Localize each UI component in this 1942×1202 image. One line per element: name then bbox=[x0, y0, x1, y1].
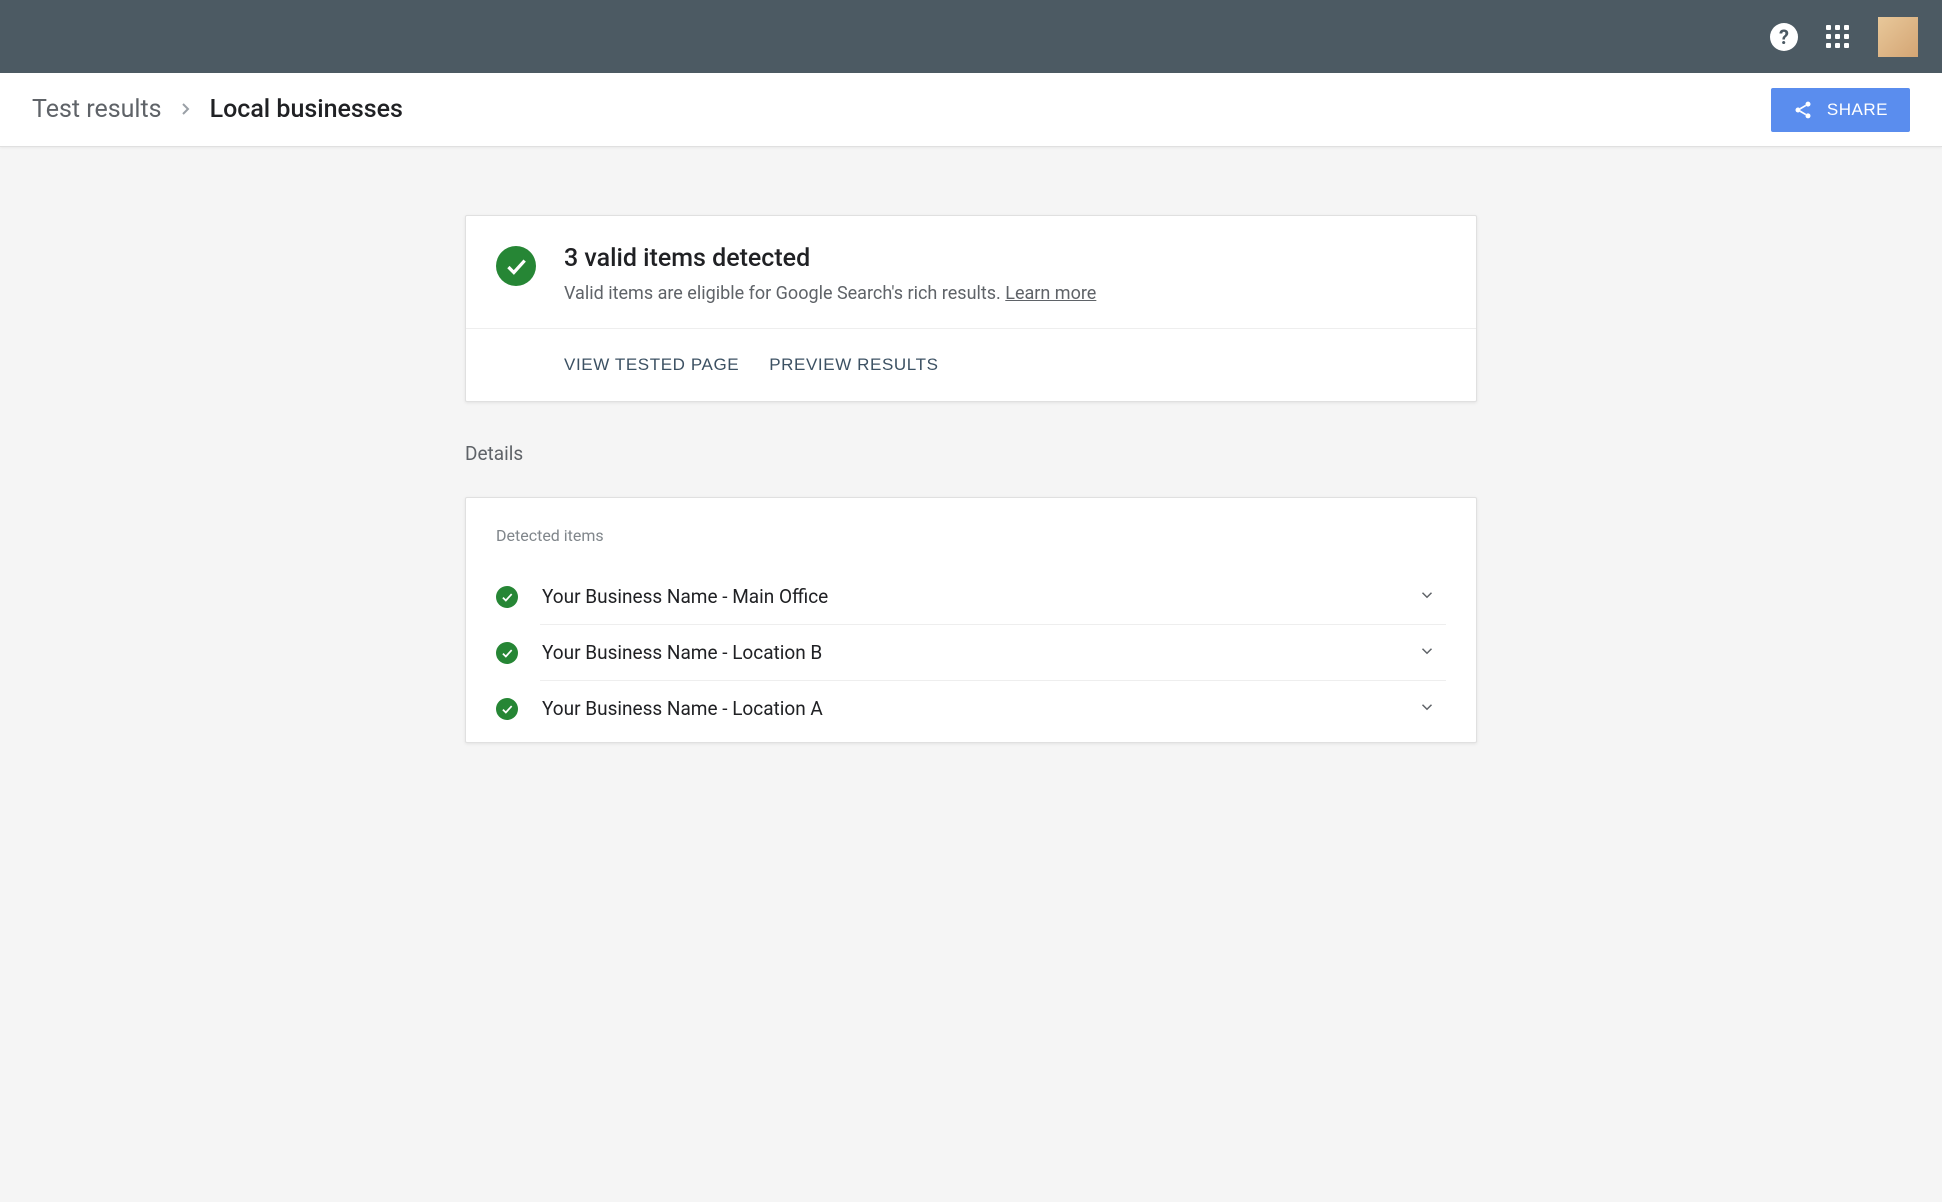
summary-title: 3 valid items detected bbox=[564, 244, 1096, 273]
summary-subtitle: Valid items are eligible for Google Sear… bbox=[564, 283, 1096, 304]
view-tested-page-button[interactable]: VIEW TESTED PAGE bbox=[564, 355, 739, 375]
detected-item-name: Your Business Name - Location A bbox=[542, 697, 1394, 720]
share-button-label: SHARE bbox=[1827, 100, 1888, 120]
help-icon[interactable]: ? bbox=[1770, 23, 1798, 51]
learn-more-link[interactable]: Learn more bbox=[1005, 283, 1096, 304]
check-circle-icon bbox=[496, 642, 518, 664]
detected-item-name: Your Business Name - Location B bbox=[542, 641, 1394, 664]
breadcrumb: Test results Local businesses bbox=[32, 95, 403, 124]
chevron-down-icon bbox=[1418, 586, 1436, 608]
apps-grid-icon[interactable] bbox=[1826, 25, 1850, 49]
summary-actions: VIEW TESTED PAGE PREVIEW RESULTS bbox=[466, 329, 1476, 401]
check-circle-icon bbox=[496, 698, 518, 720]
details-card: Detected items Your Business Name - Main… bbox=[465, 497, 1477, 743]
summary-subtitle-text: Valid items are eligible for Google Sear… bbox=[564, 283, 1005, 304]
summary-text: 3 valid items detected Valid items are e… bbox=[564, 244, 1096, 304]
details-section-label: Details bbox=[465, 442, 1477, 465]
detected-item[interactable]: Your Business Name - Main Office bbox=[496, 569, 1446, 624]
chevron-down-icon bbox=[1418, 698, 1436, 720]
summary-card: 3 valid items detected Valid items are e… bbox=[465, 215, 1477, 402]
share-icon bbox=[1793, 100, 1813, 120]
preview-results-button[interactable]: PREVIEW RESULTS bbox=[769, 355, 938, 375]
breadcrumb-parent[interactable]: Test results bbox=[32, 95, 162, 124]
detected-item-name: Your Business Name - Main Office bbox=[542, 585, 1394, 608]
chevron-right-icon bbox=[180, 99, 192, 120]
share-button[interactable]: SHARE bbox=[1771, 88, 1910, 132]
breadcrumb-current: Local businesses bbox=[210, 95, 403, 124]
main-content: 3 valid items detected Valid items are e… bbox=[445, 215, 1497, 743]
check-circle-icon bbox=[496, 246, 536, 286]
summary-header: 3 valid items detected Valid items are e… bbox=[466, 216, 1476, 329]
chevron-down-icon bbox=[1418, 642, 1436, 664]
top-bar: ? bbox=[0, 0, 1942, 73]
detected-item[interactable]: Your Business Name - Location A bbox=[496, 681, 1446, 736]
detected-item[interactable]: Your Business Name - Location B bbox=[496, 625, 1446, 680]
check-circle-icon bbox=[496, 586, 518, 608]
avatar[interactable] bbox=[1878, 17, 1918, 57]
detected-items-label: Detected items bbox=[496, 526, 1446, 545]
breadcrumb-bar: Test results Local businesses SHARE bbox=[0, 73, 1942, 147]
